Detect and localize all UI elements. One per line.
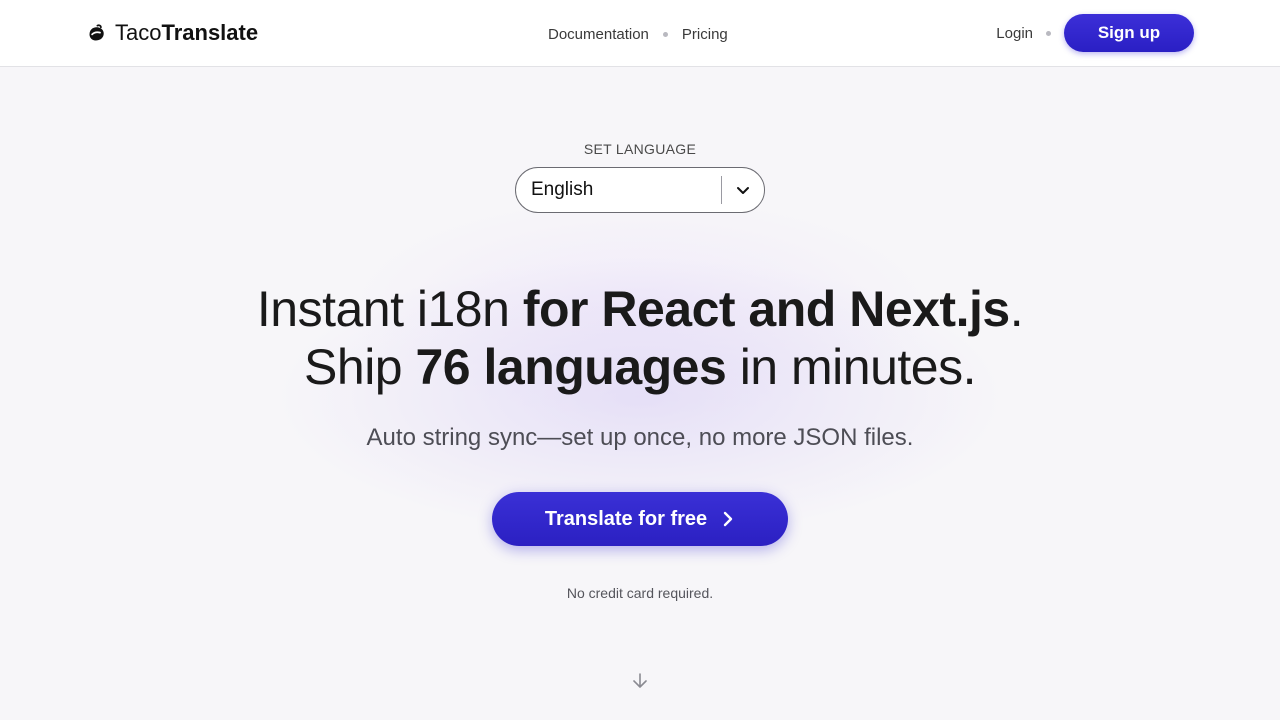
language-select[interactable]: English	[515, 167, 765, 213]
brand-name-bold: Translate	[161, 20, 259, 45]
set-language-label: SET LANGUAGE	[583, 141, 697, 157]
signup-button[interactable]: Sign up	[1064, 14, 1194, 52]
taco-logo-icon	[89, 23, 104, 40]
hero-subtitle: Auto string sync—set up once, no more JS…	[366, 424, 914, 451]
brand-name-light: Taco	[115, 20, 162, 45]
chevron-right-icon	[723, 511, 733, 527]
headline-emphasis: 76 languages	[415, 339, 727, 395]
brand-logo-link[interactable]: TacoTranslate	[86, 20, 258, 46]
no-credit-card-note: No credit card required.	[566, 585, 714, 601]
language-select-value: English	[531, 179, 594, 200]
headline-part: in minutes.	[726, 339, 977, 395]
account-nav: Login Sign up	[996, 14, 1194, 52]
translate-for-free-button[interactable]: Translate for free	[492, 492, 788, 546]
nav-separator-dot	[662, 31, 668, 37]
headline-part: Ship	[304, 339, 416, 395]
top-navigation-bar: TacoTranslate Documentation Pricing Logi…	[0, 0, 1280, 67]
headline-emphasis: for React and Next.js	[522, 281, 1010, 337]
hero-headline: Instant i18n for React and Next.js. Ship…	[0, 280, 1280, 396]
primary-nav: Documentation Pricing	[548, 24, 728, 44]
headline-line-1: Instant i18n for React and Next.js.	[256, 281, 1024, 337]
headline-line-2: Ship 76 languages in minutes.	[304, 339, 976, 395]
arrow-down-icon[interactable]	[630, 671, 650, 691]
headline-part: .	[1009, 281, 1024, 337]
login-link[interactable]: Login	[996, 25, 1033, 42]
headline-part: Instant i18n	[256, 281, 523, 337]
nav-documentation-link[interactable]: Documentation	[548, 26, 649, 43]
chevron-down-icon[interactable]	[722, 167, 764, 213]
nav-pricing-link[interactable]: Pricing	[682, 26, 728, 43]
cta-label: Translate for free	[544, 507, 708, 530]
nav-separator-dot	[1046, 30, 1051, 36]
